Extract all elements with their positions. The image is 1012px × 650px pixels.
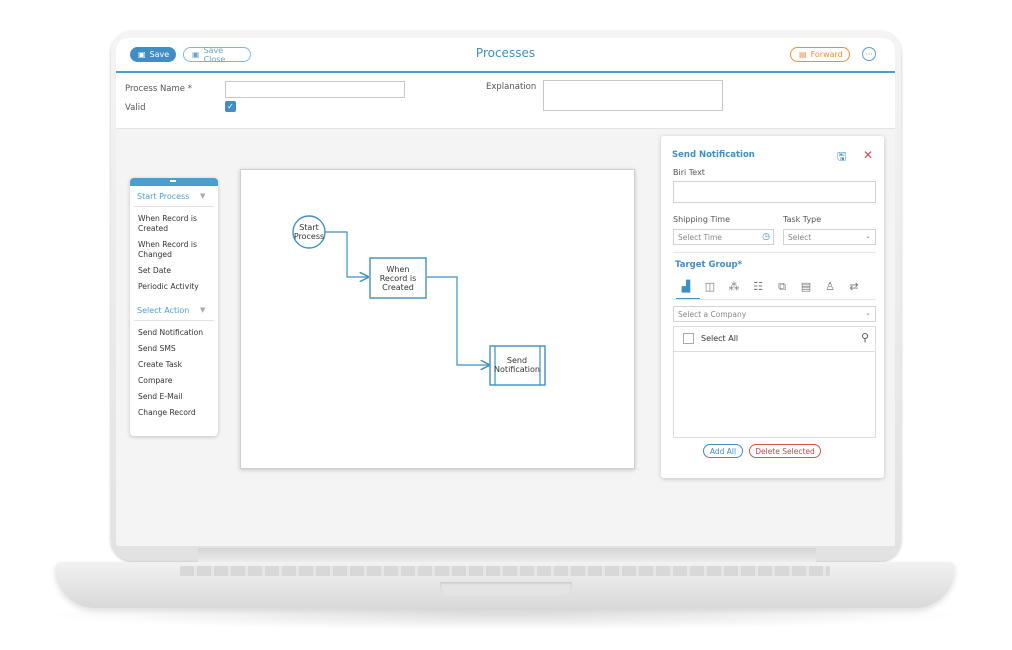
copy-icon[interactable]: ⧉ <box>775 280 789 294</box>
laptop-notch <box>440 582 572 596</box>
palette-item-send-email[interactable]: Send E-Mail <box>138 392 214 402</box>
process-name-label: Process Name * <box>125 84 192 94</box>
start-process-node[interactable]: Start Process <box>292 215 326 249</box>
select-all-checkbox[interactable] <box>683 333 694 344</box>
svg-text:Process: Process <box>294 232 324 241</box>
hierarchy-icon[interactable]: ⁂ <box>727 280 741 293</box>
divider <box>134 206 214 207</box>
palette-item-set-date[interactable]: Set Date <box>138 266 214 276</box>
target-group-label: Target Group* <box>675 260 743 270</box>
start-process-section[interactable]: Start Process <box>137 192 189 201</box>
palette-item-create-task[interactable]: Create Task <box>138 360 214 370</box>
save-icon[interactable]: 🖫 <box>837 148 846 167</box>
company-select[interactable]: Select a Company ⌄ <box>673 306 876 322</box>
task-type-label: Task Type <box>783 215 822 224</box>
clock-icon[interactable]: ◷ <box>762 232 770 242</box>
forward-label: Forward <box>810 50 843 59</box>
palette-item-compare[interactable]: Compare <box>138 376 214 386</box>
shipping-time-placeholder: Select Time <box>678 232 722 242</box>
select-all-label: Select All <box>701 334 739 343</box>
list-header: Select All ⚲ <box>674 327 875 352</box>
company-placeholder: Select a Company <box>678 309 747 319</box>
palette-item-send-notification[interactable]: Send Notification <box>138 328 214 338</box>
flow-diagram: Start Process When Record is Created Sen… <box>292 215 546 386</box>
svg-text:When: When <box>387 265 410 274</box>
action-node[interactable]: Send Notification <box>489 345 546 386</box>
chevron-down-icon[interactable]: ▼ <box>200 306 205 314</box>
forward-icon: ▤ <box>799 50 807 59</box>
explanation-label: Explanation <box>486 82 537 92</box>
transfer-icon[interactable]: ⇄ <box>847 280 861 293</box>
svg-text:Send: Send <box>507 356 527 365</box>
svg-text:Record is: Record is <box>380 274 417 283</box>
card-icon[interactable]: ▤ <box>799 280 813 293</box>
laptop-keyboard-edge <box>180 566 830 576</box>
target-list: Select All ⚲ <box>673 326 876 438</box>
user-icon[interactable]: ♙ <box>823 280 837 293</box>
svg-text:Notification: Notification <box>494 365 540 374</box>
drag-grip-icon <box>170 180 176 182</box>
palette-item-record-changed[interactable]: When Record is Changed <box>138 240 214 260</box>
palette-item-record-created[interactable]: When Record is Created <box>138 214 214 234</box>
chevron-down-icon: ⌄ <box>865 309 871 317</box>
select-action-section[interactable]: Select Action <box>137 306 189 315</box>
flow-canvas[interactable]: Start Process When Record is Created Sen… <box>240 169 635 469</box>
connector-trigger-to-action <box>427 276 489 365</box>
top-bar: ▣ Save ▣ Save Close Processes ▤ Forward … <box>116 38 895 73</box>
biri-text-label: Biri Text <box>673 168 705 177</box>
trigger-node[interactable]: When Record is Created <box>369 257 427 299</box>
search-icon[interactable]: ⚲ <box>861 331 869 344</box>
svg-text:Created: Created <box>382 283 414 292</box>
process-name-input[interactable] <box>225 81 405 98</box>
divider <box>673 299 876 300</box>
task-type-value: Select <box>788 232 812 242</box>
task-type-select[interactable]: Select ⌄ <box>783 229 876 245</box>
department-icon[interactable]: ◫ <box>703 280 717 293</box>
app-screen: ▣ Save ▣ Save Close Processes ▤ Forward … <box>116 38 895 546</box>
add-all-button[interactable]: Add All <box>703 444 743 458</box>
palette-item-periodic-activity[interactable]: Periodic Activity <box>138 282 214 292</box>
more-options-icon[interactable]: ··· <box>862 47 876 61</box>
company-icon[interactable]: ▟ <box>679 280 693 293</box>
svg-text:Start: Start <box>299 223 319 232</box>
divider <box>134 320 214 321</box>
palette-item-change-record[interactable]: Change Record <box>138 408 214 418</box>
divider <box>673 252 876 253</box>
group-icon[interactable]: ☷ <box>751 280 765 293</box>
palette-item-send-sms[interactable]: Send SMS <box>138 344 214 354</box>
palette-header[interactable] <box>130 178 218 186</box>
connector-start-to-trigger <box>325 231 368 277</box>
shipping-time-input[interactable]: Select Time ◷ <box>673 229 774 245</box>
valid-label: Valid <box>125 103 146 113</box>
panel-title: Send Notification <box>672 150 755 160</box>
explanation-textarea[interactable] <box>543 80 723 111</box>
biri-text-input[interactable] <box>673 181 876 203</box>
shipping-time-label: Shipping Time <box>673 215 731 224</box>
chevron-down-icon[interactable]: ▼ <box>200 192 205 200</box>
valid-checkbox[interactable]: ✓ <box>225 101 236 112</box>
laptop-hinge <box>198 548 816 562</box>
process-palette: Start Process ▼ When Record is Created W… <box>130 178 218 436</box>
notification-panel: Send Notification 🖫 ✕ Biri Text Shipping… <box>661 136 884 478</box>
chevron-down-icon: ⌄ <box>865 232 871 240</box>
process-form: Process Name * Valid ✓ Explanation <box>116 73 895 129</box>
delete-selected-button[interactable]: Delete Selected <box>749 444 821 458</box>
close-icon[interactable]: ✕ <box>863 148 873 162</box>
check-icon: ✓ <box>227 102 234 111</box>
forward-button[interactable]: ▤ Forward <box>790 47 850 62</box>
page-title: Processes <box>475 46 536 60</box>
